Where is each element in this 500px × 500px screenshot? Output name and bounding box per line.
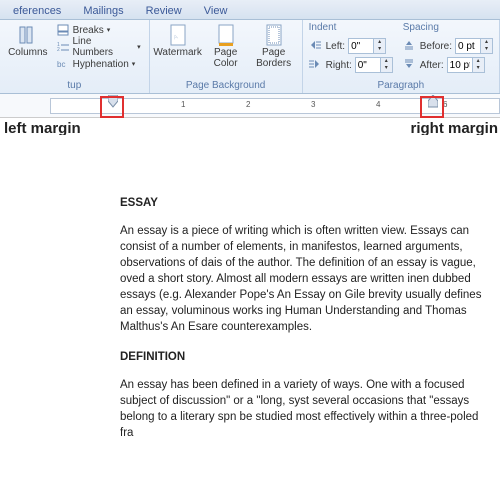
columns-button[interactable]: Columns [6, 22, 50, 60]
ribbon: Columns Breaks ▾ 12 Line Numbers ▾ bc Hy… [0, 20, 500, 94]
page-color-label: Page Color [214, 47, 238, 69]
spin-down-icon[interactable]: ▾ [381, 65, 392, 72]
spin-up-icon[interactable]: ▴ [381, 58, 392, 65]
columns-label: Columns [8, 47, 47, 58]
spin-up-icon[interactable]: ▴ [481, 39, 492, 46]
heading-definition: DEFINITION [120, 349, 490, 365]
spacing-header: Spacing [403, 22, 493, 36]
line-numbers-button[interactable]: 12 Line Numbers ▾ [54, 39, 143, 55]
breaks-label: Breaks [73, 25, 104, 36]
document-area[interactable]: ESSAY An essay is a piece of writing whi… [0, 135, 500, 500]
spacing-after-label: After: [420, 60, 444, 71]
group-page-setup: Columns Breaks ▾ 12 Line Numbers ▾ bc Hy… [0, 20, 150, 93]
spin-down-icon[interactable]: ▾ [473, 65, 484, 72]
group-page-background: A Watermark Page Color Page Borders Page… [150, 20, 303, 93]
watermark-icon: A [167, 24, 189, 46]
svg-text:2: 2 [57, 47, 60, 53]
line-numbers-label: Line Numbers [72, 36, 134, 58]
spacing-before-input[interactable]: ▴▾ [455, 38, 493, 54]
spacing-after-icon [403, 58, 417, 72]
indent-right-input[interactable]: ▴▾ [355, 57, 393, 73]
spacing-before-label: Before: [420, 41, 452, 52]
dropdown-icon: ▾ [137, 43, 141, 51]
ribbon-tabs: eferences Mailings Review View [0, 0, 500, 20]
indent-left-input[interactable]: ▴▾ [348, 38, 386, 54]
tab-view[interactable]: View [193, 1, 239, 19]
spacing-before-icon [403, 39, 417, 53]
spin-down-icon[interactable]: ▾ [374, 46, 385, 53]
page-color-icon [215, 24, 237, 46]
indent-left-icon [309, 39, 323, 53]
indent-right-icon [309, 58, 323, 72]
group-paragraph: Indent Left: ▴▾ Right: ▴▾ Spacing Before… [303, 20, 500, 93]
ruler-area: 1 2 3 4 6 left margin right margin [0, 94, 500, 118]
watermark-button[interactable]: A Watermark [156, 22, 200, 60]
dropdown-icon: ▾ [132, 60, 136, 68]
hyphenation-label: Hyphenation [73, 59, 129, 70]
document-body: ESSAY An essay is a piece of writing whi… [120, 195, 490, 441]
hyphenation-icon: bc [56, 57, 70, 71]
tab-references[interactable]: eferences [2, 1, 72, 19]
page-borders-icon [263, 24, 285, 46]
page-borders-label: Page Borders [256, 47, 291, 69]
group-label-paragraph: Paragraph [309, 79, 493, 93]
group-label-pagebg: Page Background [156, 79, 296, 93]
columns-icon [17, 24, 39, 46]
svg-text:bc: bc [57, 60, 65, 69]
right-margin-highlight [420, 96, 444, 118]
dropdown-icon: ▾ [107, 26, 111, 34]
tab-mailings[interactable]: Mailings [72, 1, 134, 19]
paragraph-1: An essay is a piece of writing which is … [120, 223, 490, 335]
line-numbers-icon: 12 [56, 40, 70, 54]
heading-essay: ESSAY [120, 195, 490, 211]
spin-up-icon[interactable]: ▴ [473, 58, 484, 65]
spin-down-icon[interactable]: ▾ [481, 46, 492, 53]
spin-up-icon[interactable]: ▴ [374, 39, 385, 46]
indent-right-label: Right: [326, 60, 352, 71]
page-color-button[interactable]: Page Color [204, 22, 248, 71]
group-label-setup: tup [6, 79, 143, 93]
spacing-after-input[interactable]: ▴▾ [447, 57, 485, 73]
hyphenation-button[interactable]: bc Hyphenation ▾ [54, 56, 143, 72]
indent-left-label: Left: [326, 41, 345, 52]
paragraph-2: An essay has been defined in a variety o… [120, 377, 490, 441]
tab-review[interactable]: Review [135, 1, 193, 19]
page-borders-button[interactable]: Page Borders [252, 22, 296, 71]
watermark-label: Watermark [153, 47, 202, 58]
breaks-icon [56, 23, 70, 37]
indent-header: Indent [309, 22, 393, 36]
left-margin-highlight [100, 96, 124, 118]
